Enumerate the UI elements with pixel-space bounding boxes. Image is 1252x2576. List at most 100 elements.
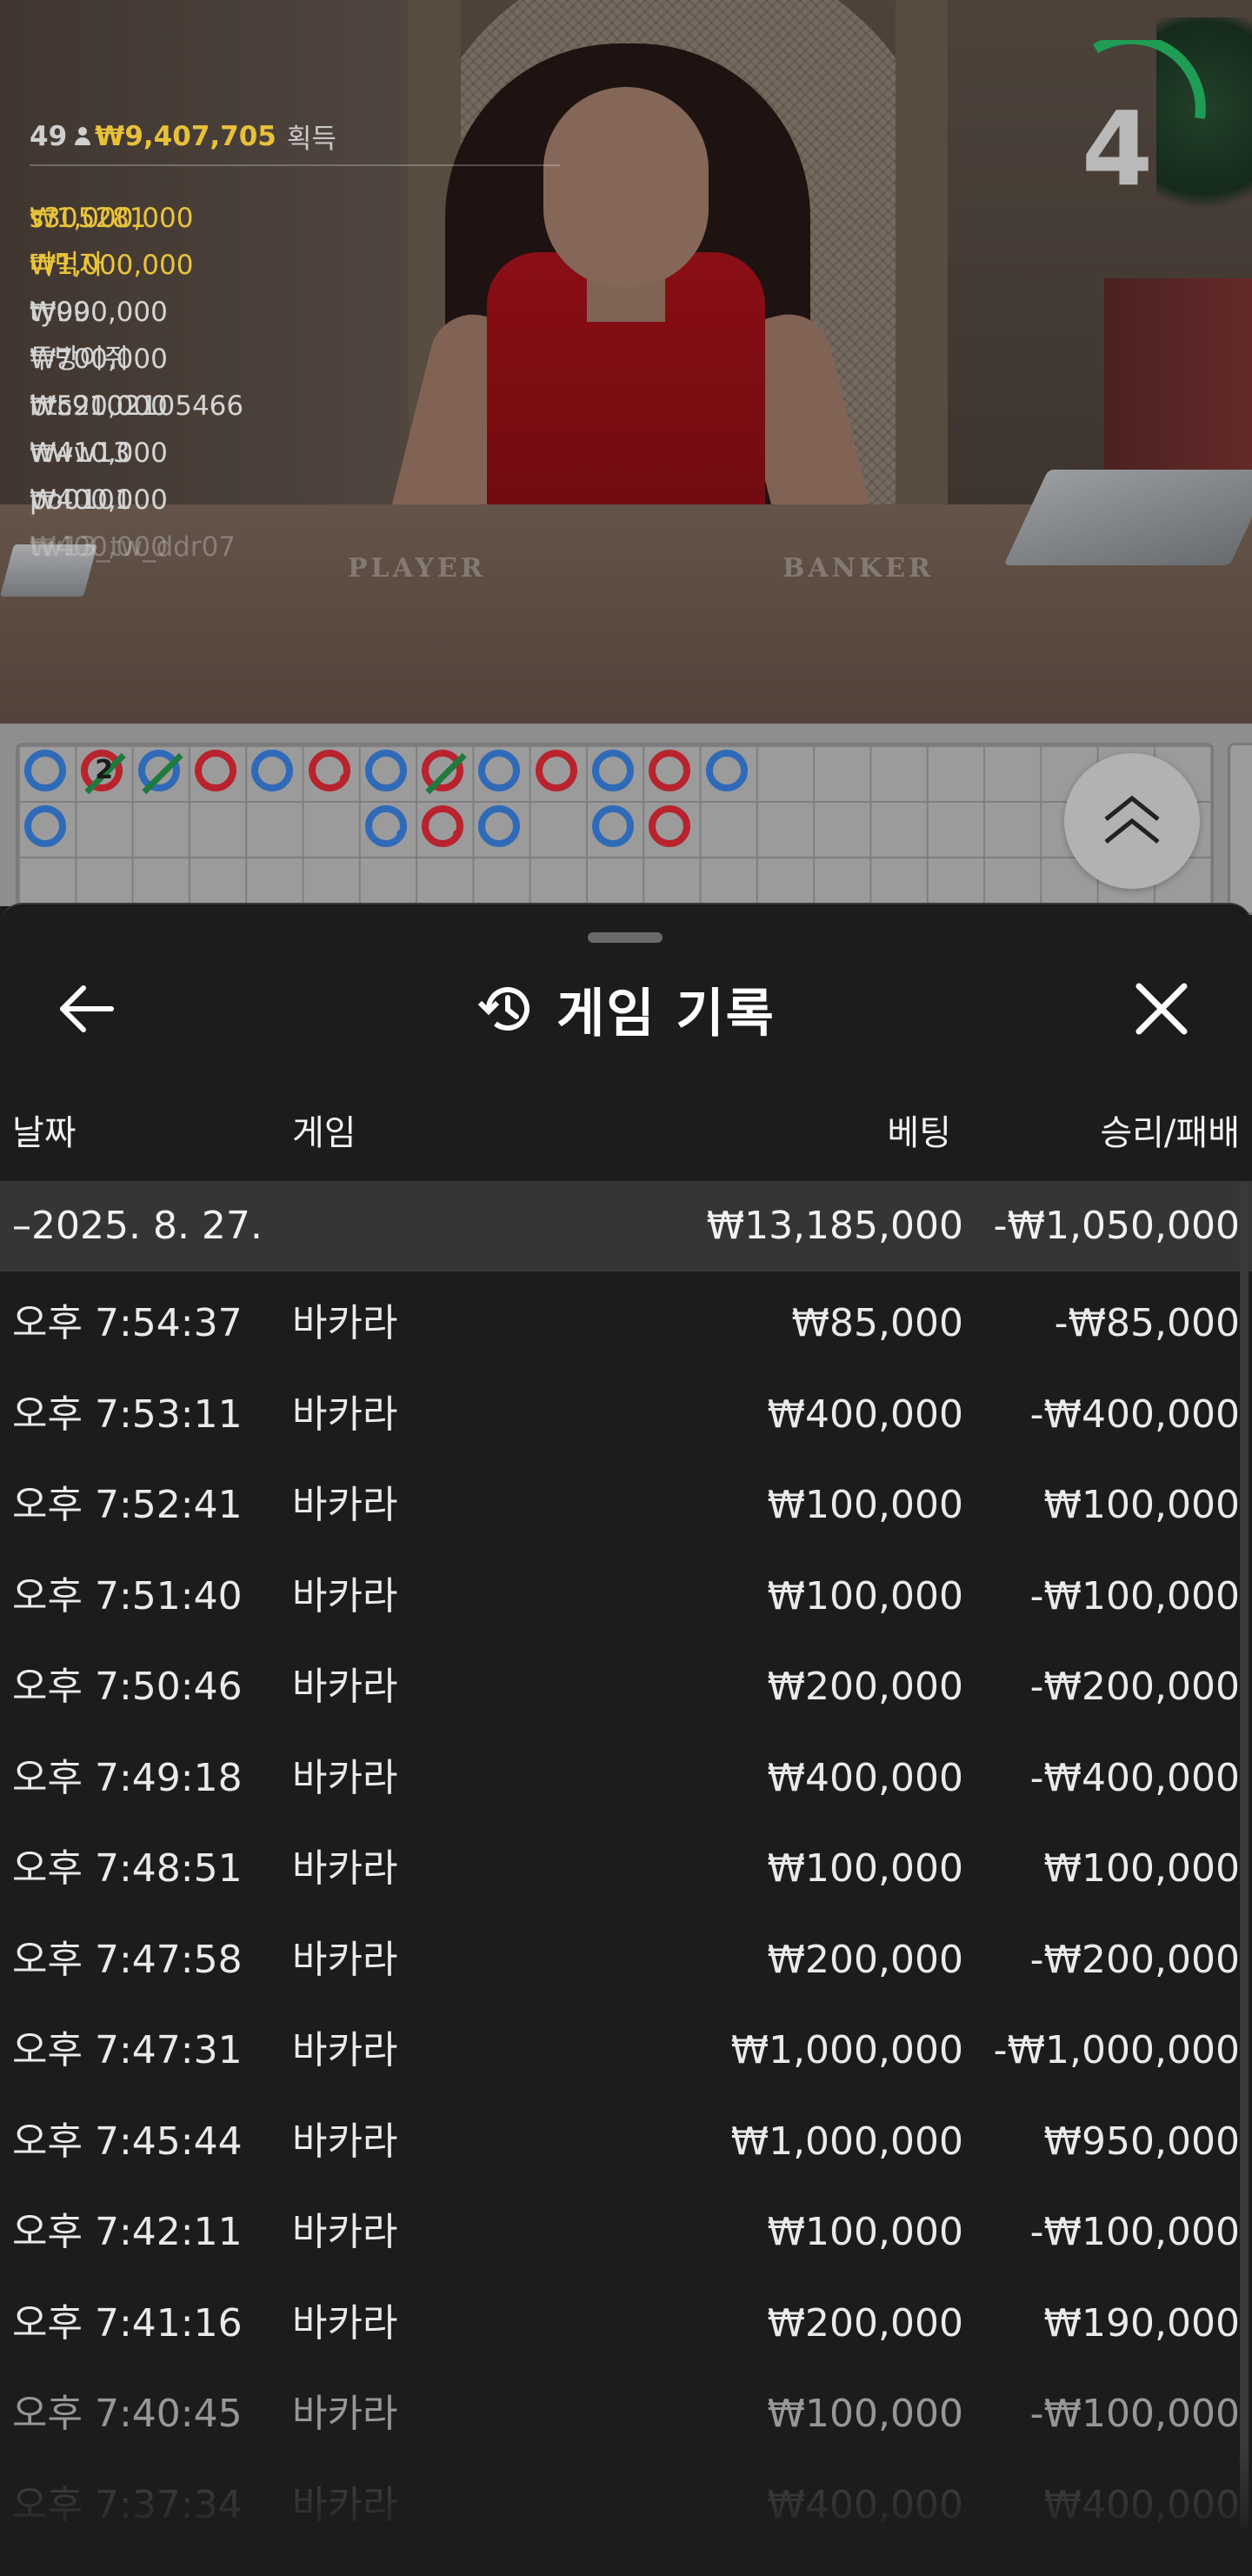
row-game: 바카라 bbox=[292, 2028, 398, 2072]
game-history-sheet: 게임 기록 날짜 게임 베팅 승리/패배 –2025. 8. 27. ₩13,1… bbox=[0, 903, 1252, 2576]
scrollbar[interactable] bbox=[1240, 1181, 1249, 2529]
row-result: -₩400,000 bbox=[1029, 1391, 1240, 1437]
winners-count: 49 bbox=[30, 120, 68, 152]
row-result: ₩190,000 bbox=[1043, 2300, 1240, 2346]
row-result: -₩100,000 bbox=[1029, 2392, 1240, 2436]
history-row[interactable]: 오후 7:52:41 바카라 ₩100,000 ₩100,000 bbox=[0, 1453, 1252, 1545]
row-time: 오후 7:41:16 bbox=[12, 2300, 243, 2346]
person-icon bbox=[74, 126, 91, 146]
history-row[interactable]: 오후 7:37:34 바카라 ₩400,000 ₩400,000 bbox=[0, 2453, 1252, 2545]
secondary-road-grid bbox=[1228, 743, 1252, 915]
row-game: 바카라 bbox=[292, 2210, 398, 2254]
row-time: 오후 7:40:45 bbox=[12, 2392, 243, 2436]
row-result: -₩100,000 bbox=[1029, 1573, 1240, 1618]
row-time: 오후 7:54:37 bbox=[12, 1301, 243, 1345]
row-result: -₩100,000 bbox=[1029, 2210, 1240, 2254]
column-header-date: 날짜 bbox=[12, 1113, 77, 1153]
row-time: 오후 7:49:18 bbox=[12, 1755, 243, 1800]
column-header-game: 게임 bbox=[292, 1113, 356, 1153]
row-bet: ₩200,000 bbox=[767, 2300, 963, 2346]
row-game: 바카라 bbox=[292, 1846, 398, 1891]
banker-bead: 2 bbox=[81, 750, 123, 791]
history-row[interactable]: 오후 7:47:31 바카라 ₩1,000,000 -₩1,000,000 bbox=[0, 1999, 1252, 2090]
sheet-header: 게임 기록 bbox=[0, 974, 1252, 1044]
pair-dot bbox=[339, 774, 349, 783]
row-bet: ₩400,000 bbox=[767, 1755, 963, 1800]
row-time: 오후 7:37:34 bbox=[12, 2482, 243, 2527]
row-game: 바카라 bbox=[292, 1301, 398, 1345]
row-bet: ₩100,000 bbox=[767, 1846, 963, 1891]
column-header-bet: 베팅 bbox=[887, 1113, 951, 1153]
row-result: ₩100,000 bbox=[1043, 1483, 1240, 1527]
row-game: 바카라 bbox=[292, 1755, 398, 1800]
banker-bead bbox=[649, 750, 691, 791]
banker-bead bbox=[194, 750, 236, 791]
history-row[interactable]: 오후 7:50:46 바카라 ₩200,000 -₩200,000 bbox=[0, 1635, 1252, 1726]
winner-name: tw13_tw_ddr07 bbox=[30, 531, 236, 563]
row-game: 바카라 bbox=[292, 2392, 398, 2436]
player-bead bbox=[251, 750, 294, 791]
history-row[interactable]: 오후 7:54:37 바카라 ₩85,000 -₩85,000 bbox=[0, 1271, 1252, 1363]
row-time: 오후 7:47:31 bbox=[12, 2028, 243, 2072]
pair-dot bbox=[396, 830, 405, 838]
summary-bet: ₩13,185,000 bbox=[706, 1204, 963, 1248]
winners-list: 49 ₩9,407,705 획득 ₩1,000,000 s305281 ₩1,000… bbox=[30, 117, 560, 563]
winner-row: ₩520,000 btc9102105466 bbox=[30, 354, 560, 422]
row-bet: ₩100,000 bbox=[767, 1483, 963, 1527]
winner-row: ₩1,000,000 따먹자 bbox=[30, 213, 560, 281]
history-row[interactable]: 오후 7:53:11 바카라 ₩400,000 -₩400,000 bbox=[0, 1363, 1252, 1454]
winner-row: ₩900,000 ty09 bbox=[30, 260, 560, 328]
winners-header: 49 ₩9,407,705 획득 bbox=[30, 117, 560, 166]
row-bet: ₩100,000 bbox=[767, 2392, 963, 2436]
row-game: 바카라 bbox=[292, 1665, 398, 1709]
history-row[interactable]: 오후 7:45:44 바카라 ₩1,000,000 ₩950,000 bbox=[0, 2090, 1252, 2181]
history-row[interactable]: 오후 7:48:51 바카라 ₩100,000 ₩100,000 bbox=[0, 1817, 1252, 1908]
row-result: -₩200,000 bbox=[1029, 1665, 1240, 1709]
history-row[interactable]: 오후 7:51:40 바카라 ₩100,000 -₩100,000 bbox=[0, 1545, 1252, 1636]
row-bet: ₩85,000 bbox=[791, 1301, 963, 1345]
winner-row: ₩400,000 po0101 bbox=[30, 448, 560, 516]
row-result: ₩100,000 bbox=[1043, 1846, 1240, 1891]
expand-roadmap-button[interactable] bbox=[1064, 753, 1200, 889]
column-header-result: 승리/패배 bbox=[1100, 1113, 1240, 1153]
row-time: 오후 7:53:11 bbox=[12, 1391, 243, 1437]
player-bead bbox=[592, 805, 634, 847]
player-bead bbox=[24, 750, 66, 791]
player-bead bbox=[364, 750, 407, 791]
countdown-number: 4 bbox=[1081, 89, 1154, 209]
close-button[interactable] bbox=[1127, 974, 1196, 1044]
summary-date: –2025. 8. 27. bbox=[12, 1204, 263, 1248]
row-game: 바카라 bbox=[292, 1937, 398, 1982]
row-result: ₩400,000 bbox=[1043, 2482, 1240, 2527]
player-bead bbox=[592, 750, 634, 791]
winners-suffix: 획득 bbox=[286, 123, 336, 155]
row-bet: ₩100,000 bbox=[767, 1573, 963, 1618]
history-row[interactable]: 오후 7:42:11 바카라 ₩100,000 -₩100,000 bbox=[0, 2180, 1252, 2272]
player-bead bbox=[137, 750, 180, 791]
row-game: 바카라 bbox=[292, 2119, 398, 2164]
row-time: 오후 7:50:46 bbox=[12, 1665, 243, 1709]
history-row[interactable]: 오후 7:47:58 바카라 ₩200,000 -₩200,000 bbox=[0, 1908, 1252, 1999]
row-result: -₩85,000 bbox=[1054, 1301, 1240, 1345]
row-game: 바카라 bbox=[292, 1573, 398, 1618]
banker-bead bbox=[422, 750, 464, 791]
history-table: –2025. 8. 27. ₩13,185,000 -₩1,050,000 오후… bbox=[0, 1181, 1252, 2544]
row-bet: ₩400,000 bbox=[767, 1391, 963, 1437]
player-bead bbox=[364, 805, 407, 847]
player-bead bbox=[705, 750, 748, 791]
date-summary-row[interactable]: –2025. 8. 27. ₩13,185,000 -₩1,050,000 bbox=[0, 1181, 1252, 1271]
history-row[interactable]: 오후 7:49:18 바카라 ₩400,000 -₩400,000 bbox=[0, 1726, 1252, 1818]
winner-row: ₩1,000,000 s305281 bbox=[30, 166, 560, 234]
chevron-double-up-icon bbox=[1104, 795, 1160, 844]
winner-row: ₩400,000 tw13_tw_ddr07 bbox=[30, 495, 560, 563]
bead-number: 2 bbox=[95, 755, 114, 785]
history-icon bbox=[478, 987, 530, 1031]
row-game: 바카라 bbox=[292, 2300, 398, 2346]
row-time: 오후 7:45:44 bbox=[12, 2119, 243, 2164]
history-row[interactable]: 오후 7:40:45 바카라 ₩100,000 -₩100,000 bbox=[0, 2362, 1252, 2453]
history-row[interactable]: 오후 7:41:16 바카라 ₩200,000 ₩190,000 bbox=[0, 2272, 1252, 2363]
close-icon bbox=[1135, 983, 1188, 1035]
page-title: 게임 기록 bbox=[556, 983, 776, 1044]
row-time: 오후 7:51:40 bbox=[12, 1573, 243, 1618]
sheet-drag-handle[interactable] bbox=[588, 932, 663, 943]
